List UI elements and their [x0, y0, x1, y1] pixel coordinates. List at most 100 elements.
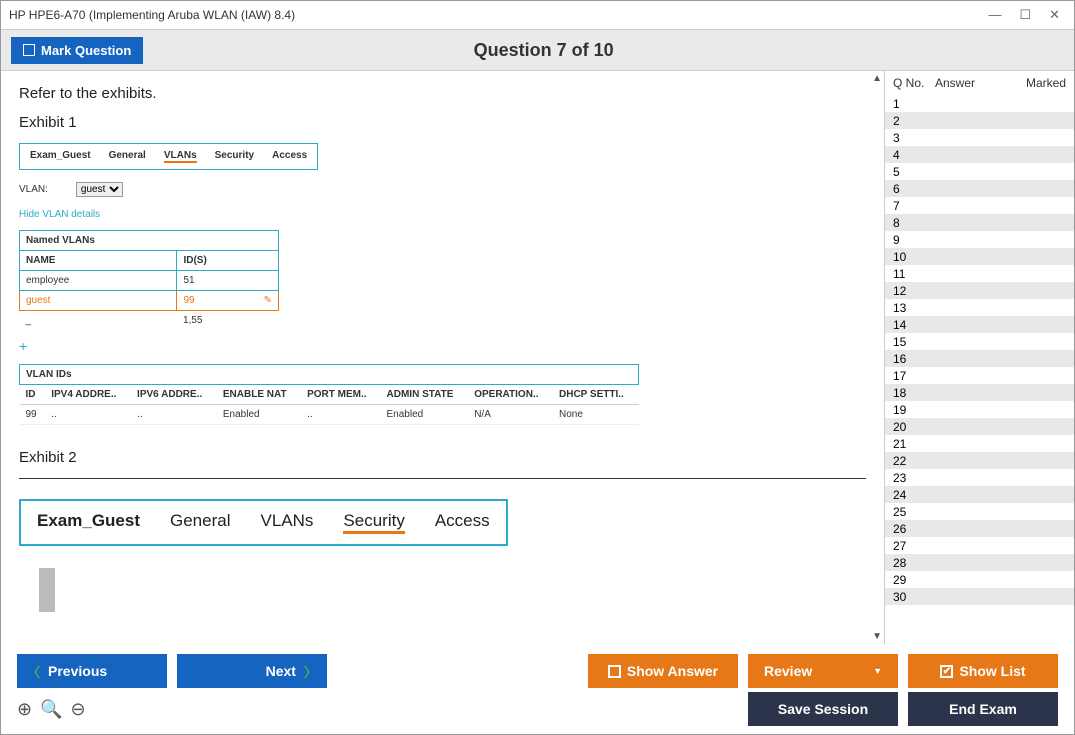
ex2-tab-name: Exam_Guest: [37, 511, 140, 534]
list-item[interactable]: 21: [885, 435, 1074, 452]
main-body: ▲ ▼ Refer to the exhibits. Exhibit 1 Exa…: [1, 71, 1074, 644]
ex2-tabs: Exam_Guest General VLANs Security Access: [19, 499, 508, 546]
ex1-tab-access: Access: [272, 150, 307, 163]
ex1-named-title: Named VLANs: [20, 231, 279, 251]
maximize-icon[interactable]: ☐: [1019, 7, 1031, 23]
question-scroll-pane[interactable]: ▲ ▼ Refer to the exhibits. Exhibit 1 Exa…: [1, 71, 884, 644]
mark-question-label: Mark Question: [41, 43, 131, 58]
ex2-slider-handle: [39, 568, 55, 612]
window-title: HP HPE6-A70 (Implementing Aruba WLAN (IA…: [9, 8, 988, 22]
ex1-ids-title: VLAN IDs: [20, 365, 639, 385]
save-session-button[interactable]: Save Session: [748, 692, 898, 726]
mark-checkbox-icon: [23, 44, 35, 56]
chevron-left-icon: 〈: [27, 662, 40, 681]
list-item[interactable]: 8: [885, 214, 1074, 231]
list-item[interactable]: 6: [885, 180, 1074, 197]
review-button[interactable]: Review ▼: [748, 654, 898, 688]
ex2-tab-general: General: [170, 511, 230, 534]
list-item[interactable]: 26: [885, 520, 1074, 537]
ex2-tab-security: Security: [343, 511, 404, 534]
ex1-vlan-label: VLAN:: [19, 184, 48, 195]
window-controls: — ☐ ✕: [988, 7, 1066, 23]
ex1-ids-table: VLAN IDs ID IPV4 ADDRE.. IPV6 ADDRE.. EN…: [19, 364, 639, 425]
list-item[interactable]: 15: [885, 333, 1074, 350]
ex1-add-icon: +: [19, 338, 866, 354]
list-item[interactable]: 10: [885, 248, 1074, 265]
list-item[interactable]: 4: [885, 146, 1074, 163]
list-item[interactable]: 5: [885, 163, 1074, 180]
close-icon[interactable]: ✕: [1049, 7, 1060, 23]
list-item[interactable]: 13: [885, 299, 1074, 316]
list-item[interactable]: 20: [885, 418, 1074, 435]
footer: 〈 Previous Next 〉 Show Answer Review ▼ ✔…: [1, 644, 1074, 734]
list-item[interactable]: 16: [885, 350, 1074, 367]
ex1-tab-vlans: VLANs: [164, 150, 197, 163]
col-answer: Answer: [935, 76, 1005, 90]
list-item[interactable]: 11: [885, 265, 1074, 282]
list-item[interactable]: 2: [885, 112, 1074, 129]
list-item[interactable]: 29: [885, 571, 1074, 588]
show-answer-button[interactable]: Show Answer: [588, 654, 738, 688]
ex1-tab-name: Exam_Guest: [30, 150, 91, 163]
list-item[interactable]: 24: [885, 486, 1074, 503]
list-item[interactable]: 7: [885, 197, 1074, 214]
show-list-button[interactable]: ✔ Show List: [908, 654, 1058, 688]
zoom-reset-icon[interactable]: ⊕: [17, 699, 32, 720]
chevron-right-icon: 〉: [304, 662, 317, 681]
scroll-down-icon[interactable]: ▼: [872, 631, 882, 642]
list-item[interactable]: 18: [885, 384, 1074, 401]
list-item[interactable]: 14: [885, 316, 1074, 333]
chevron-down-icon: ▼: [873, 666, 882, 676]
question-list[interactable]: 1234567891011121314151617181920212223242…: [885, 95, 1074, 644]
ex1-named-col-name: NAME: [20, 251, 177, 271]
ex1-tab-security: Security: [215, 150, 254, 163]
question-content: Refer to the exhibits. Exhibit 1 Exam_Gu…: [1, 71, 884, 626]
ex2-tab-vlans: VLANs: [260, 511, 313, 534]
zoom-out-icon[interactable]: ⊖: [71, 699, 86, 720]
question-counter: Question 7 of 10: [143, 40, 944, 61]
exhibit1: Exam_Guest General VLANs Security Access…: [19, 143, 866, 425]
list-item[interactable]: 27: [885, 537, 1074, 554]
scroll-up-icon[interactable]: ▲: [872, 73, 882, 84]
list-item[interactable]: 1: [885, 95, 1074, 112]
minimize-icon[interactable]: —: [988, 7, 1001, 23]
ex1-vlan-select: guest: [76, 182, 123, 197]
ex1-hide-link: Hide VLAN details: [19, 209, 866, 220]
col-qno: Q No.: [893, 76, 935, 90]
table-row: 99 .. .. Enabled .. Enabled N/A None: [20, 405, 639, 425]
checkbox-checked-icon: ✔: [940, 665, 953, 678]
ex1-vlan-row: VLAN: guest: [19, 182, 866, 197]
col-marked: Marked: [1005, 76, 1066, 90]
question-list-panel: Q No. Answer Marked 12345678910111213141…: [884, 71, 1074, 644]
table-row: employee51: [20, 271, 279, 291]
list-item[interactable]: 23: [885, 469, 1074, 486]
list-item[interactable]: 12: [885, 282, 1074, 299]
ex1-tabs: Exam_Guest General VLANs Security Access: [19, 143, 318, 170]
table-row: _1,55: [20, 311, 279, 331]
checkbox-icon: [608, 665, 621, 678]
titlebar: HP HPE6-A70 (Implementing Aruba WLAN (IA…: [1, 1, 1074, 29]
list-item[interactable]: 19: [885, 401, 1074, 418]
exhibit2: Exam_Guest General VLANs Security Access: [19, 478, 866, 612]
list-item[interactable]: 22: [885, 452, 1074, 469]
ex2-tab-access: Access: [435, 511, 490, 534]
ex1-named-col-ids: ID(S): [177, 251, 279, 271]
list-item[interactable]: 9: [885, 231, 1074, 248]
list-item[interactable]: 30: [885, 588, 1074, 605]
previous-button[interactable]: 〈 Previous: [17, 654, 167, 688]
next-button[interactable]: Next 〉: [177, 654, 327, 688]
footer-row-2: ⊕ 🔍 ⊖ Save Session End Exam: [17, 692, 1058, 726]
exhibit2-label: Exhibit 2: [19, 449, 866, 466]
end-exam-button[interactable]: End Exam: [908, 692, 1058, 726]
list-item[interactable]: 3: [885, 129, 1074, 146]
zoom-in-icon[interactable]: 🔍: [40, 699, 62, 720]
list-item[interactable]: 25: [885, 503, 1074, 520]
list-item[interactable]: 17: [885, 367, 1074, 384]
table-row: guest99✎: [20, 291, 279, 311]
edit-icon: ✎: [264, 295, 272, 306]
question-intro: Refer to the exhibits.: [19, 85, 866, 102]
exhibit1-label: Exhibit 1: [19, 114, 866, 131]
app-window: HP HPE6-A70 (Implementing Aruba WLAN (IA…: [0, 0, 1075, 735]
list-item[interactable]: 28: [885, 554, 1074, 571]
mark-question-button[interactable]: Mark Question: [11, 37, 143, 64]
